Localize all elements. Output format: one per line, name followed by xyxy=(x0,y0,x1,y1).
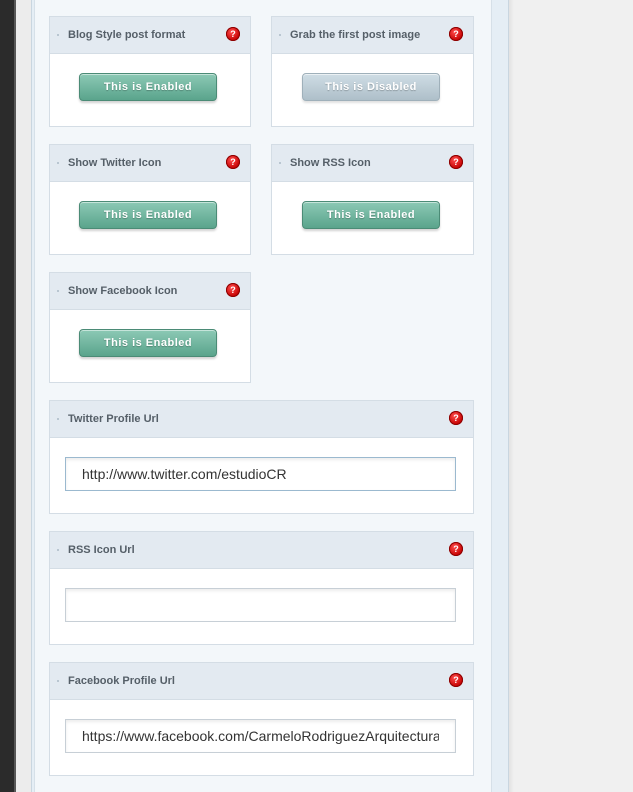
facebook-url-input[interactable] xyxy=(65,719,456,753)
setting-header: Show RSS Icon ? xyxy=(272,145,473,182)
setting-header: Show Facebook Icon ? xyxy=(50,273,250,310)
help-icon[interactable]: ? xyxy=(226,27,240,41)
help-icon[interactable]: ? xyxy=(449,27,463,41)
field-box-twitter-url: Twitter Profile Url ? xyxy=(49,400,474,514)
setting-header: Grab the first post image ? xyxy=(272,17,473,54)
field-title: Twitter Profile Url xyxy=(68,413,159,425)
drag-grip-icon xyxy=(279,34,281,36)
setting-title: Blog Style post format xyxy=(68,29,186,41)
facebook-icon-toggle-button[interactable]: This is Enabled xyxy=(79,329,217,357)
field-title: RSS Icon Url xyxy=(68,544,135,556)
panel-shadow xyxy=(509,0,514,792)
drag-grip-icon xyxy=(57,290,59,292)
setting-title: Show Twitter Icon xyxy=(68,157,162,169)
setting-box-blog-style: Blog Style post format ? This is Enabled xyxy=(49,16,251,127)
setting-header: Blog Style post format ? xyxy=(50,17,250,54)
drag-grip-icon xyxy=(57,680,59,682)
setting-title: Show RSS Icon xyxy=(290,157,371,169)
drag-grip-icon xyxy=(57,34,59,36)
rss-url-input[interactable] xyxy=(65,588,456,622)
help-icon[interactable]: ? xyxy=(226,155,240,169)
setting-title: Grab the first post image xyxy=(290,29,421,41)
drag-grip-icon xyxy=(57,162,59,164)
setting-box-first-image: Grab the first post image ? This is Disa… xyxy=(271,16,474,127)
field-header: RSS Icon Url ? xyxy=(50,532,473,569)
setting-header: Show Twitter Icon ? xyxy=(50,145,250,182)
field-title: Facebook Profile Url xyxy=(68,675,175,687)
drag-grip-icon xyxy=(279,162,281,164)
field-header: Facebook Profile Url ? xyxy=(50,663,473,700)
first-image-toggle-button[interactable]: This is Disabled xyxy=(302,73,440,101)
twitter-icon-toggle-button[interactable]: This is Enabled xyxy=(79,201,217,229)
twitter-url-input[interactable] xyxy=(65,457,456,491)
drag-grip-icon xyxy=(57,549,59,551)
blog-style-toggle-button[interactable]: This is Enabled xyxy=(79,73,217,101)
field-box-facebook-url: Facebook Profile Url ? xyxy=(49,662,474,776)
help-icon[interactable]: ? xyxy=(449,673,463,687)
setting-box-rss-icon: Show RSS Icon ? This is Enabled xyxy=(271,144,474,255)
left-dark-rail xyxy=(0,0,14,792)
setting-box-facebook-icon: Show Facebook Icon ? This is Enabled xyxy=(49,272,251,383)
setting-title: Show Facebook Icon xyxy=(68,285,178,297)
drag-grip-icon xyxy=(57,418,59,420)
field-header: Twitter Profile Url ? xyxy=(50,401,473,438)
rss-icon-toggle-button[interactable]: This is Enabled xyxy=(302,201,440,229)
help-icon[interactable]: ? xyxy=(449,411,463,425)
gutter xyxy=(16,0,31,792)
field-box-rss-url: RSS Icon Url ? xyxy=(49,531,474,645)
help-icon[interactable]: ? xyxy=(226,283,240,297)
setting-box-twitter-icon: Show Twitter Icon ? This is Enabled xyxy=(49,144,251,255)
help-icon[interactable]: ? xyxy=(449,542,463,556)
help-icon[interactable]: ? xyxy=(449,155,463,169)
